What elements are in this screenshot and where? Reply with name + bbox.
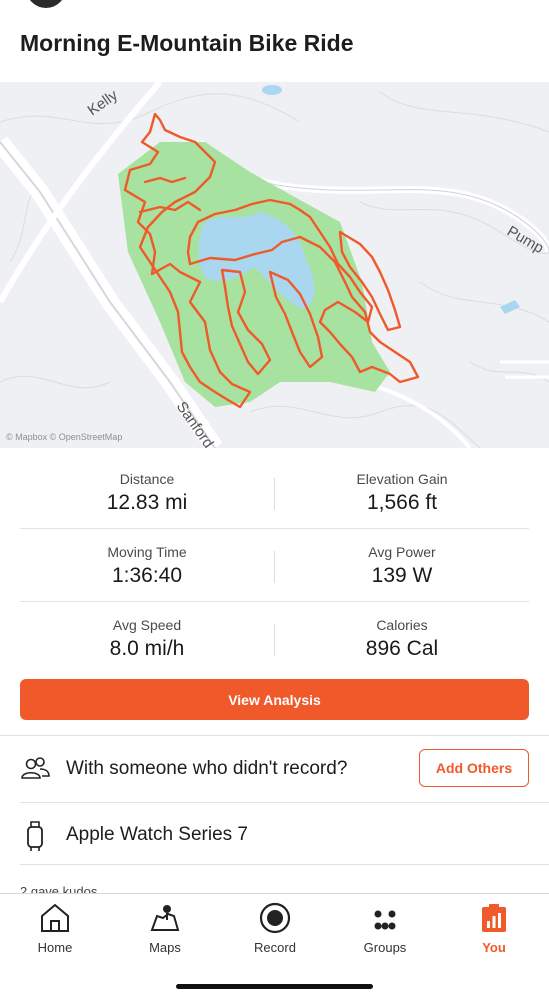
stat-elevation-gain: Elevation Gain 1,566 ft [275, 456, 529, 528]
view-analysis-button[interactable]: View Analysis [20, 679, 529, 720]
tab-record[interactable]: Record [220, 894, 330, 964]
activity-title: Morning E-Mountain Bike Ride [20, 30, 354, 56]
stat-value: 8.0 mi/h [109, 637, 185, 660]
tab-label: Home [37, 940, 73, 955]
tab-maps[interactable]: Maps [110, 894, 220, 964]
stat-label: Avg Speed [112, 617, 182, 633]
home-icon [41, 903, 69, 932]
stat-label: Calories [376, 617, 428, 633]
stat-label: Moving Time [107, 544, 187, 560]
stat-value: 1:36:40 [111, 564, 183, 587]
tab-you[interactable]: You [439, 894, 549, 964]
stat-value: 896 Cal [365, 637, 439, 660]
header-partial [0, 0, 549, 10]
map-attribution[interactable]: © Mapbox © OpenStreetMap [6, 432, 122, 442]
stat-distance: Distance 12.83 mi [20, 456, 274, 528]
stat-label: Elevation Gain [356, 471, 448, 487]
tab-label: Record [254, 940, 296, 955]
stat-moving-time: Moving Time 1:36:40 [20, 529, 274, 601]
add-others-button[interactable]: Add Others [419, 749, 529, 787]
activity-stats: Distance 12.83 mi Elevation Gain 1,566 f… [20, 456, 529, 674]
stat-value: 12.83 mi [106, 491, 188, 514]
stat-avg-speed: Avg Speed 8.0 mi/h [20, 602, 274, 674]
with-someone-text: With someone who didn't record? [66, 758, 348, 779]
groups-icon [374, 910, 396, 930]
device-row[interactable]: Apple Watch Series 7 [0, 802, 549, 868]
stat-label: Avg Power [368, 544, 436, 560]
record-icon [259, 902, 291, 934]
people-icon [21, 757, 50, 779]
stat-value: 139 W [371, 564, 433, 587]
stat-label: Distance [119, 471, 175, 487]
tab-label: You [482, 940, 506, 955]
stat-avg-power: Avg Power 139 W [275, 529, 529, 601]
stat-value: 1,566 ft [366, 491, 438, 514]
stat-row: Moving Time 1:36:40 Avg Power 139 W [20, 529, 529, 602]
with-someone-row[interactable]: With someone who didn't record? Add Othe… [0, 736, 549, 802]
you-icon [482, 904, 506, 932]
stat-row: Avg Speed 8.0 mi/h Calories 896 Cal [20, 602, 529, 674]
tab-home[interactable]: Home [0, 894, 110, 964]
tab-label: Groups [363, 940, 407, 955]
route-map[interactable]: Kelly Sanford Pump © Mapbox © OpenStreet… [0, 82, 549, 448]
watch-icon [27, 821, 43, 851]
avatar[interactable] [26, 0, 66, 8]
row-divider [20, 864, 549, 865]
tab-groups[interactable]: Groups [330, 894, 440, 964]
maps-icon [150, 905, 180, 931]
tab-label: Maps [149, 940, 181, 955]
stat-calories: Calories 896 Cal [275, 602, 529, 674]
stat-row: Distance 12.83 mi Elevation Gain 1,566 f… [20, 456, 529, 529]
device-name: Apple Watch Series 7 [66, 824, 248, 845]
home-indicator [176, 984, 373, 989]
